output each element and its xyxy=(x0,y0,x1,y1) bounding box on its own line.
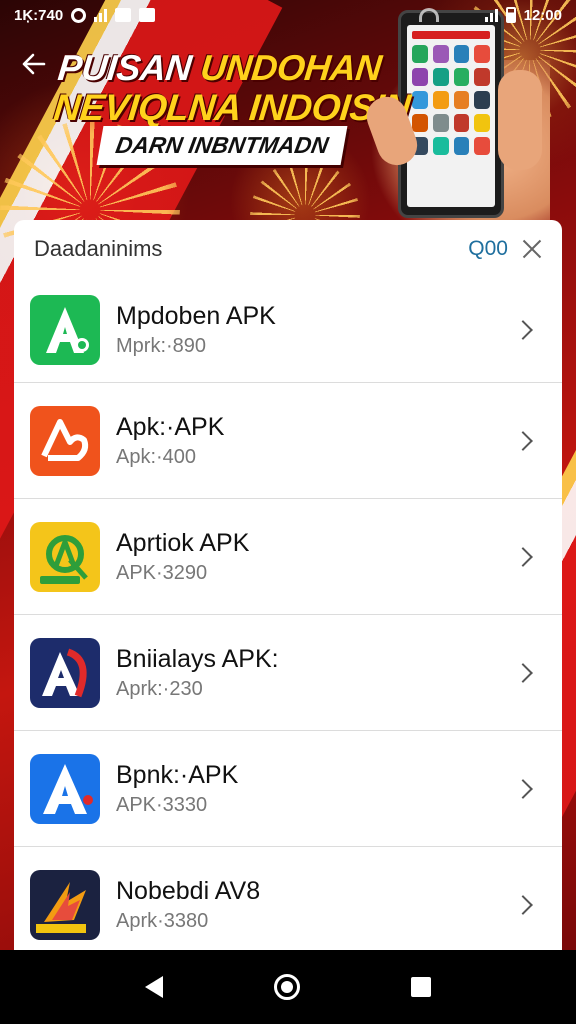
app-name: Nobebdi AV8 xyxy=(116,876,261,905)
banner-subtitle: DARN INBNTMADN xyxy=(96,126,348,165)
app-list-item[interactable]: Mpdoben APK Mprk:·890 xyxy=(14,278,562,382)
phone-topbar xyxy=(412,31,490,39)
app-size: Aprk·3380 xyxy=(116,909,209,932)
nav-home-icon[interactable] xyxy=(273,974,300,1000)
chevron-right-icon xyxy=(513,894,533,915)
back-button[interactable] xyxy=(20,50,52,82)
system-nav-bar xyxy=(0,950,576,1024)
phone-screen xyxy=(407,25,495,207)
headline-word: PUISAN xyxy=(56,47,194,88)
image-icon xyxy=(115,8,132,22)
headline-word: UNDOHAN xyxy=(198,47,384,88)
app-size: APK·3290 xyxy=(116,561,208,584)
orange-arch-icon xyxy=(30,405,100,476)
app-name: Aprtiok APK xyxy=(116,528,250,557)
app-size: Apk:·400 xyxy=(116,445,197,468)
banner-headline: PUISAN UNDOHAN NEVIQLNA INDOISIN xyxy=(51,47,416,128)
battery-icon xyxy=(505,7,516,23)
app-list-item[interactable]: Apk:·APK Apk:·400 xyxy=(14,382,562,498)
downloads-sheet: Daadaninims Q00 Mpdoben APK Mprk:·890 Ap… xyxy=(14,220,562,950)
app-name: Mpdoben APK xyxy=(116,302,276,330)
nav-back-icon[interactable] xyxy=(145,976,164,998)
finger-illustration xyxy=(498,70,542,170)
navy-red-a-icon xyxy=(30,637,100,708)
blue-a-icon xyxy=(30,753,100,824)
app-icon xyxy=(139,8,156,22)
dark-flame-icon xyxy=(30,869,100,940)
app-size: APK·3330 xyxy=(116,793,208,816)
app-list-item[interactable]: Bpnk:·APK APK·3330 xyxy=(14,730,562,846)
chevron-right-icon xyxy=(513,546,533,567)
target-icon xyxy=(71,7,87,23)
app-list-item[interactable]: Nobebdi AV8 Aprk·3380 xyxy=(14,846,562,950)
status-time: 1Ķ:740 xyxy=(14,6,64,24)
app-list-item[interactable]: Aprtiok APK APK·3290 xyxy=(14,498,562,614)
app-size: Aprk:·230 xyxy=(116,677,203,700)
wifi-icon xyxy=(418,8,439,22)
arrow-left-icon xyxy=(22,53,46,75)
chevron-right-icon xyxy=(513,778,533,799)
signal-icon xyxy=(94,8,108,22)
chevron-right-icon xyxy=(513,662,533,683)
app-list: Mpdoben APK Mprk:·890 Apk:·APK Apk:·400 … xyxy=(14,278,562,950)
phone-illustration xyxy=(398,10,504,218)
close-icon[interactable] xyxy=(522,239,542,259)
phone-app-grid xyxy=(412,45,490,155)
yellow-a-icon xyxy=(30,521,100,592)
sheet-header: Daadaninims Q00 xyxy=(14,220,562,278)
app-name: Bpnk:·APK xyxy=(116,760,239,789)
app-size: Mprk:·890 xyxy=(116,335,207,357)
headline-line2: NEVIQLNA INDOISIN xyxy=(51,87,413,128)
signal-icon xyxy=(484,8,498,22)
green-a-icon xyxy=(30,295,100,365)
sheet-count[interactable]: Q00 xyxy=(468,237,508,261)
app-list-item[interactable]: Bniialays APK: Aprk:·230 xyxy=(14,614,562,730)
chevron-right-icon xyxy=(513,320,533,340)
status-bar: 1Ķ:740 12:00 xyxy=(0,0,576,30)
nav-recents-icon[interactable] xyxy=(410,977,431,997)
app-name: Bniialays APK: xyxy=(116,644,279,673)
sheet-title: Daadaninims xyxy=(34,236,163,261)
status-time-right: 12:00 xyxy=(523,6,562,24)
chevron-right-icon xyxy=(513,430,533,451)
app-name: Apk:·APK xyxy=(116,412,225,441)
